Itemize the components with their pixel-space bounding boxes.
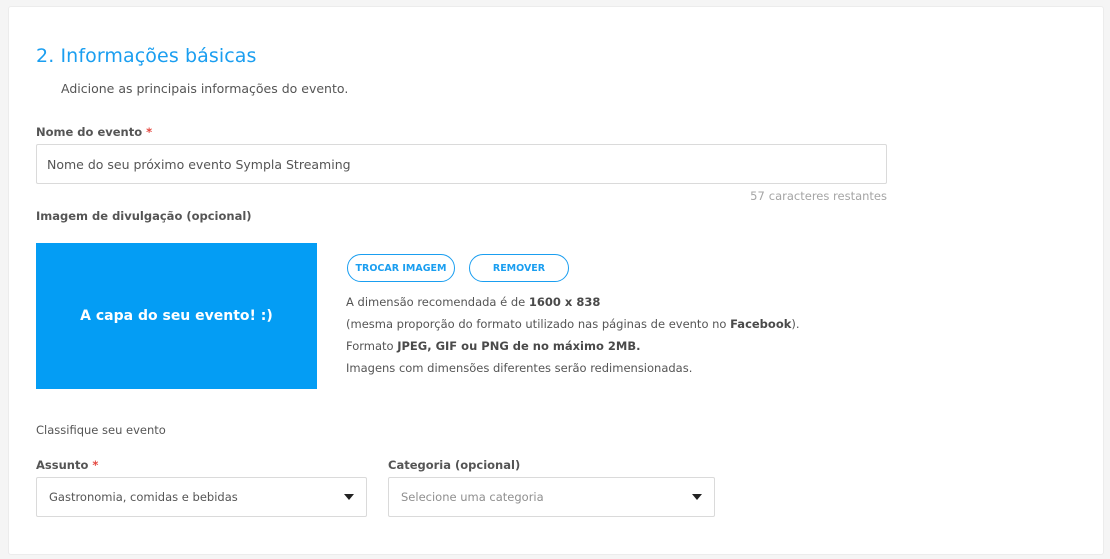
basic-info-card: 2. Informações básicas Adicione as princ… — [8, 6, 1104, 555]
hint-format-text: Formato — [346, 339, 398, 353]
hint-proportion-end: ). — [791, 317, 800, 331]
category-select-placeholder: Selecione uma categoria — [401, 490, 544, 504]
char-counter-text: caracteres restantes — [768, 189, 887, 203]
char-counter-number: 57 — [750, 189, 765, 203]
remove-image-button[interactable]: REMOVER — [469, 254, 569, 282]
image-hint-format: Formato JPEG, GIF ou PNG de no máximo 2M… — [346, 339, 640, 353]
event-name-input[interactable] — [36, 144, 887, 184]
hint-format-bold: JPEG, GIF ou PNG de no máximo 2MB. — [397, 339, 641, 353]
image-hint-proportion: (mesma proporção do formato utilizado na… — [346, 317, 800, 331]
hint-proportion-text: (mesma proporção do formato utilizado na… — [346, 317, 731, 331]
cover-image-text: A capa do seu evento! :) — [80, 308, 273, 324]
cover-image-preview: A capa do seu evento! :) — [36, 243, 317, 389]
category-label: Categoria (opcional) — [388, 458, 521, 472]
classify-heading: Classifique seu evento — [36, 423, 166, 437]
event-name-label-text: Nome do evento — [36, 125, 143, 139]
caret-down-icon — [344, 494, 354, 500]
caret-down-icon — [692, 494, 702, 500]
subject-label-text: Assunto — [36, 458, 89, 472]
event-name-label: Nome do evento * — [36, 125, 152, 139]
required-mark: * — [146, 125, 153, 139]
subject-select-value: Gastronomia, comidas e bebidas — [49, 490, 238, 504]
swap-image-button[interactable]: TROCAR IMAGEM — [347, 254, 455, 282]
subject-select[interactable]: Gastronomia, comidas e bebidas — [36, 477, 367, 517]
section-subtitle: Adicione as principais informações do ev… — [61, 81, 349, 96]
category-select[interactable]: Selecione uma categoria — [388, 477, 715, 517]
subject-label: Assunto * — [36, 458, 98, 472]
section-title: 2. Informações básicas — [36, 45, 257, 67]
image-label: Imagem de divulgação (opcional) — [36, 209, 252, 223]
hint-dimension-value: 1600 x 838 — [528, 295, 601, 309]
char-counter: 57 caracteres restantes — [750, 189, 887, 203]
image-hint-dimension: A dimensão recomendada é de 1600 x 838 — [346, 295, 600, 309]
image-hint-resize: Imagens com dimensões diferentes serão r… — [346, 361, 693, 375]
required-mark: * — [92, 458, 99, 472]
hint-proportion-bold: Facebook — [730, 317, 792, 331]
hint-dimension-text: A dimensão recomendada é de — [346, 295, 529, 309]
